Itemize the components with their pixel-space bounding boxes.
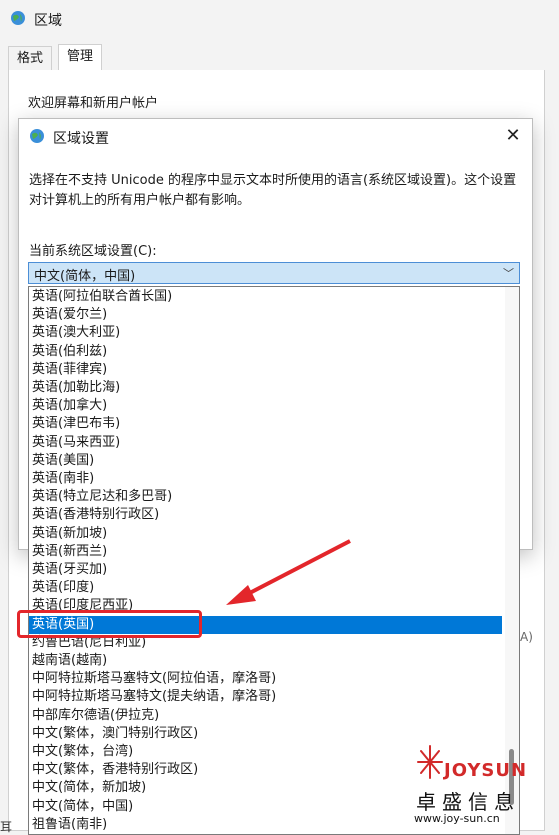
region-tabstrip: 格式 管理	[8, 44, 543, 72]
dialog-titlebar: 区域设置 ✕	[19, 119, 532, 153]
dialog-description: 选择在不支持 Unicode 的程序中显示文本时所使用的语言(系统区域设置)。这…	[29, 173, 517, 208]
locale-item[interactable]: 英语(阿拉伯联合酋长国)	[29, 288, 502, 306]
locale-item[interactable]: 中阿特拉斯塔马塞特文(提夫纳语，摩洛哥)	[29, 688, 502, 706]
locale-item[interactable]: 中部库尔德语(伊拉克)	[29, 707, 502, 725]
joysun-watermark: JOYSUN 卓盛信息 www.joy-sun.cn	[414, 740, 554, 832]
tab-administrative[interactable]: 管理	[58, 44, 103, 72]
locale-item[interactable]: 英语(伯利兹)	[29, 343, 502, 361]
locale-item[interactable]: 英语(爱尔兰)	[29, 306, 502, 324]
current-locale-label: 当前系统区域设置(C):	[29, 244, 157, 259]
chevron-down-icon[interactable]: ﹀	[503, 265, 514, 281]
system-locale-combobox[interactable]: 中文(简体，中国) ﹀	[28, 262, 520, 284]
tab-format[interactable]: 格式	[8, 46, 53, 71]
watermark-url: www.joy-sun.cn	[414, 812, 500, 825]
watermark-chinese: 卓盛信息	[416, 790, 520, 814]
locale-item[interactable]: 英语(南非)	[29, 470, 502, 488]
region-window-titlebar: 区域	[0, 0, 559, 38]
locale-item[interactable]: 中阿特拉斯塔马塞特文(阿拉伯语，摩洛哥)	[29, 670, 502, 688]
region-window-title: 区域	[34, 13, 62, 29]
locale-item[interactable]: 英语(香港特别行政区)	[29, 506, 502, 524]
locale-item[interactable]: 英语(加拿大)	[29, 397, 502, 415]
locale-item[interactable]: 英语(菲律宾)	[29, 361, 502, 379]
dialog-title: 区域设置	[53, 131, 109, 147]
annotation-arrow-icon	[226, 539, 351, 605]
combo-selected-value: 中文(简体，中国)	[34, 269, 136, 284]
joysun-logo-icon	[417, 745, 443, 779]
locale-item[interactable]: 英语(澳大利亚)	[29, 324, 502, 342]
globe-icon	[11, 11, 25, 25]
close-icon[interactable]: ✕	[499, 123, 527, 149]
locale-item[interactable]: 越南语(越南)	[29, 652, 502, 670]
background-text-fragment: 耳	[0, 820, 13, 834]
locale-item[interactable]: 英语(马来西亚)	[29, 434, 502, 452]
locale-item[interactable]: 英语(特立尼达和多巴哥)	[29, 488, 502, 506]
globe-icon	[30, 129, 44, 143]
locale-item[interactable]: 英语(加勒比海)	[29, 379, 502, 397]
locale-item[interactable]: 英语(美国)	[29, 452, 502, 470]
welcome-screen-group-label: 欢迎屏幕和新用户帐户	[28, 96, 159, 111]
locale-item[interactable]: 英语(津巴布韦)	[29, 415, 502, 433]
watermark-brand: JOYSUN	[444, 760, 528, 781]
annotation-highlight-box	[17, 610, 202, 638]
background-button-fragment: A)	[520, 630, 533, 644]
